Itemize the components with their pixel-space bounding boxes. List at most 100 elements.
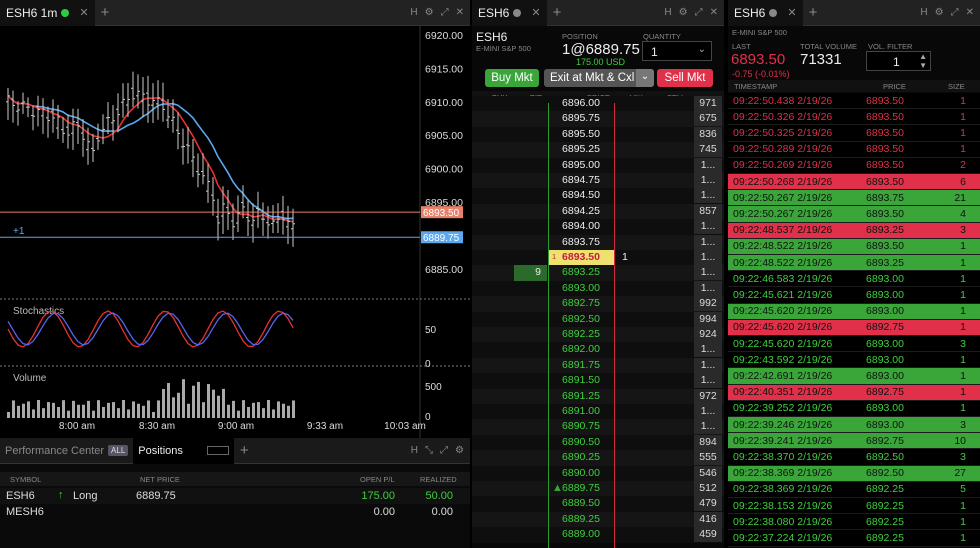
buy-cell[interactable] (472, 188, 514, 203)
sell-cell[interactable] (650, 327, 694, 342)
sell-cell[interactable] (650, 312, 694, 327)
add-tab-icon[interactable]: + (240, 442, 249, 459)
buy-cell[interactable] (472, 435, 514, 450)
buy-cell[interactable] (472, 342, 514, 357)
help-icon[interactable]: H (920, 7, 927, 18)
buy-cell[interactable] (472, 158, 514, 173)
close-icon[interactable]: ✕ (79, 6, 88, 19)
sell-cell[interactable] (650, 358, 694, 373)
sell-cell[interactable] (650, 404, 694, 419)
ts-tab[interactable]: ESH6 ✕ (728, 0, 803, 26)
buy-cell[interactable] (472, 173, 514, 188)
ladder-row[interactable]: 6889.50 479 (472, 496, 724, 512)
buy-cell[interactable] (472, 419, 514, 434)
buy-cell[interactable] (472, 404, 514, 419)
price-chart[interactable]: 6920.006915.006910.006905.006900.006895.… (0, 26, 470, 438)
settings-icon[interactable]: ⚙ (935, 7, 944, 18)
ladder-row[interactable]: 6895.75 675 (472, 111, 724, 127)
sell-cell[interactable] (650, 173, 694, 188)
ladder-row[interactable]: 6892.25 924 (472, 327, 724, 343)
buy-cell[interactable] (472, 496, 514, 511)
ladder-row[interactable]: 6896.00 971 (472, 96, 724, 112)
ask-cell[interactable]: 1 (622, 250, 628, 265)
ladder-row[interactable]: 6892.50 994 (472, 311, 724, 327)
popout-icon[interactable]: ⤢ (695, 7, 703, 18)
buy-mkt-button[interactable]: Buy Mkt (485, 69, 539, 87)
buy-cell[interactable] (472, 265, 514, 280)
buy-cell[interactable] (472, 527, 514, 542)
add-tab-icon[interactable]: + (553, 4, 562, 21)
ladder-row[interactable]: 6893.75 1... (472, 234, 724, 250)
col-price[interactable]: PRICE (883, 82, 906, 91)
ladder-row[interactable]: 6892.75 992 (472, 296, 724, 312)
sell-cell[interactable] (650, 527, 694, 542)
sell-cell[interactable] (650, 342, 694, 357)
sell-cell[interactable] (650, 373, 694, 388)
sell-cell[interactable] (650, 419, 694, 434)
chevron-down-icon[interactable]: ⌄ (636, 69, 654, 87)
ladder-row[interactable]: 6890.75 1... (472, 419, 724, 435)
tab-positions[interactable]: Positions (133, 438, 234, 464)
ladder-row[interactable]: 6891.50 1... (472, 373, 724, 389)
sell-cell[interactable] (650, 219, 694, 234)
buy-cell[interactable] (472, 481, 514, 496)
close-window-icon[interactable]: ✕ (456, 7, 464, 18)
sell-cell[interactable] (650, 204, 694, 219)
quantity-select[interactable]: 1 ⌄ (642, 41, 712, 61)
settings-icon[interactable]: ⚙ (679, 7, 688, 18)
dom-tab[interactable]: ESH6 ✕ (472, 0, 547, 26)
sell-cell[interactable] (650, 142, 694, 157)
sell-cell[interactable] (650, 389, 694, 404)
buy-cell[interactable] (472, 466, 514, 481)
close-icon[interactable]: ✕ (787, 6, 796, 19)
chart-tab[interactable]: ESH6 1m ✕ (0, 0, 95, 26)
buy-cell[interactable] (472, 389, 514, 404)
ladder-row[interactable]: 6895.50 836 (472, 126, 724, 143)
sell-cell[interactable] (650, 450, 694, 465)
tab-performance-center[interactable]: Performance Center ALL (0, 438, 133, 464)
ladder-row[interactable]: 6890.50 894 (472, 434, 724, 451)
ladder-row[interactable]: 6893.00 1... (472, 280, 724, 297)
sell-cell[interactable] (650, 158, 694, 173)
buy-cell[interactable] (472, 142, 514, 157)
ladder-row[interactable]: 6889.25 416 (472, 511, 724, 528)
help-icon[interactable]: H (664, 7, 671, 18)
col-size[interactable]: SIZE (948, 82, 965, 91)
sell-mkt-button[interactable]: Sell Mkt (657, 69, 713, 87)
buy-cell[interactable] (472, 111, 514, 126)
settings-icon[interactable]: ⚙ (425, 7, 434, 18)
col-net-price[interactable]: NET PRICE (140, 475, 180, 484)
ladder-row[interactable]: 6895.25 745 (472, 142, 724, 158)
ladder-row[interactable]: 6889.00 459 (472, 527, 724, 543)
col-realized[interactable]: REALIZED (420, 475, 457, 484)
ladder-row[interactable]: 6890.25 555 (472, 450, 724, 466)
help-icon[interactable]: H (411, 445, 418, 456)
volume-filter-input[interactable]: 1 ▲ ▼ (866, 51, 931, 71)
buy-cell[interactable] (472, 450, 514, 465)
buy-cell[interactable] (472, 512, 514, 527)
ladder-row[interactable]: 6894.25 857 (472, 203, 724, 220)
table-row[interactable]: MESH6 0.00 0.00 (0, 504, 470, 520)
settings-icon[interactable]: ⚙ (455, 445, 464, 456)
ladder-row[interactable]: 6892.00 1... (472, 342, 724, 358)
link-icon[interactable]: ⤡ (425, 445, 433, 456)
buy-cell[interactable] (472, 219, 514, 234)
popout-icon[interactable]: ⤢ (951, 7, 959, 18)
buy-cell[interactable] (472, 312, 514, 327)
sell-cell[interactable] (650, 281, 694, 296)
ladder-row[interactable]: 6890.00 546 (472, 465, 724, 481)
add-tab-icon[interactable]: + (101, 4, 110, 21)
ladder-row[interactable]: 6891.25 972 (472, 388, 724, 404)
sell-cell[interactable] (650, 96, 694, 111)
sell-cell[interactable] (650, 111, 694, 126)
close-icon[interactable]: ✕ (531, 6, 540, 19)
add-tab-icon[interactable]: + (809, 4, 818, 21)
ladder-row[interactable]: 9 6893.25 1... (472, 265, 724, 281)
layout-icon[interactable] (206, 446, 229, 455)
bid-cell[interactable]: 9 (514, 265, 547, 281)
sell-cell[interactable] (650, 296, 694, 311)
help-icon[interactable]: H (410, 7, 417, 18)
sell-cell[interactable] (650, 512, 694, 527)
buy-cell[interactable] (472, 358, 514, 373)
sell-cell[interactable] (650, 435, 694, 450)
